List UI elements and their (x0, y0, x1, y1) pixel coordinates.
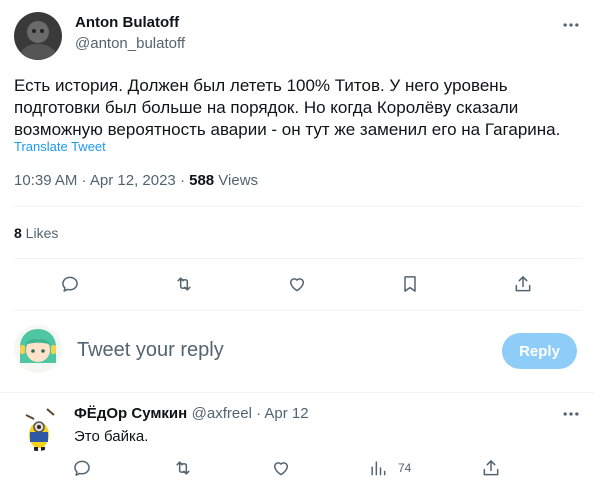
reply-icon[interactable] (70, 456, 94, 480)
tweet-meta: 10:39 AM · Apr 12, 2023 · 588 Views (14, 172, 258, 189)
divider (14, 310, 582, 311)
reply-icon[interactable] (58, 272, 82, 296)
views-icon[interactable] (366, 456, 390, 480)
more-icon[interactable] (559, 402, 583, 426)
author-name[interactable]: Anton Bulatoff (75, 14, 179, 31)
reply-author-avatar[interactable] (14, 403, 62, 451)
share-icon[interactable] (479, 456, 503, 480)
reply-author-handle[interactable]: @axfreel (192, 405, 252, 422)
reply-author-name[interactable]: ФЁдОр Сумкин (74, 405, 187, 422)
reply-button[interactable]: Reply (502, 333, 577, 369)
views-count: 588 (189, 172, 215, 189)
author-handle[interactable]: @anton_bulatoff (75, 35, 185, 52)
retweet-icon[interactable] (172, 272, 196, 296)
divider (14, 206, 582, 207)
tweet-time[interactable]: 10:39 AM · Apr 12, 2023 · (14, 172, 189, 189)
reply-input[interactable]: Tweet your reply (77, 339, 477, 362)
reply-header: ФЁдОр Сумкин @axfreel · Apr 12 (74, 405, 309, 423)
more-icon[interactable] (559, 13, 583, 37)
likes-count: 8 (14, 225, 22, 241)
retweet-icon[interactable] (171, 456, 195, 480)
bookmark-icon[interactable] (398, 272, 422, 296)
tweet-text: Есть история. Должен был лететь 100% Тит… (14, 76, 561, 139)
likes-stat[interactable]: 8 Likes (14, 225, 58, 241)
likes-label: Likes (21, 225, 59, 241)
reply-views-count: 74 (398, 461, 412, 475)
share-icon[interactable] (511, 272, 535, 296)
user-avatar[interactable] (14, 325, 62, 373)
translate-link[interactable]: Translate Tweet (14, 139, 106, 154)
like-icon[interactable] (269, 456, 293, 480)
reply-date[interactable]: · Apr 12 (252, 405, 309, 422)
reply-text: Это байка. (74, 428, 149, 445)
divider (0, 392, 594, 393)
views-label: Views (214, 172, 259, 189)
like-icon[interactable] (285, 272, 309, 296)
author-avatar[interactable] (14, 12, 62, 60)
divider (14, 258, 582, 259)
